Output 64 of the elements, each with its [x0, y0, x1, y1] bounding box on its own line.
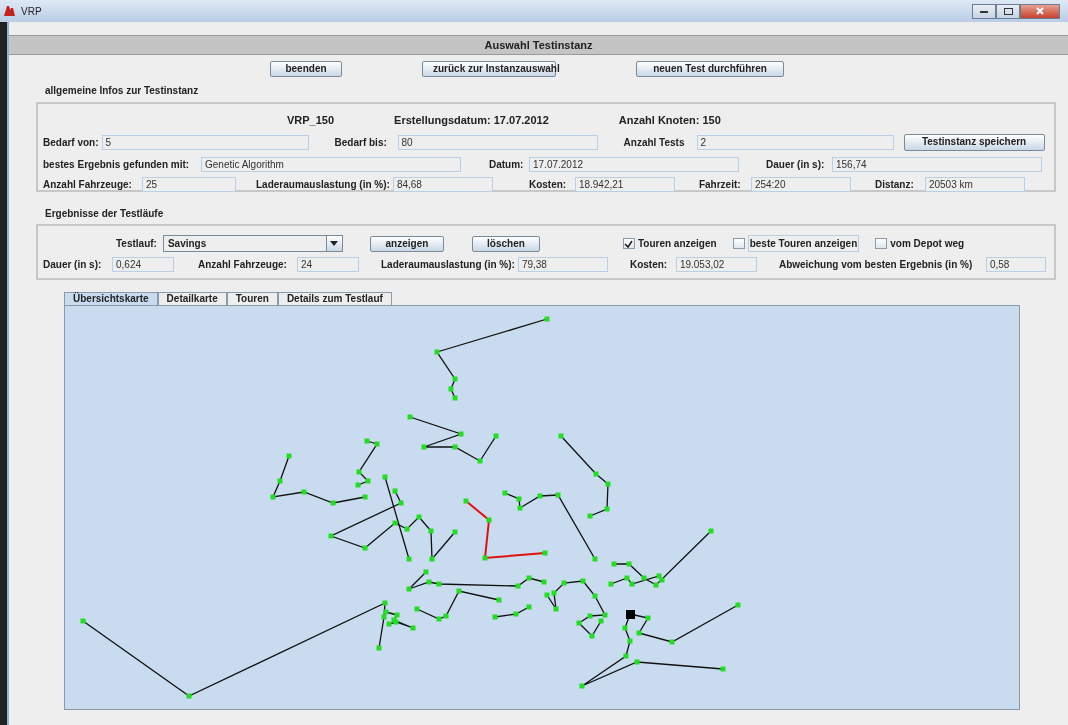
text-field[interactable]: 20503 km — [924, 176, 1025, 192]
section-title: Ergebnisse der Testläufe — [45, 207, 165, 221]
text-field[interactable]: 25 — [142, 176, 236, 192]
field-label: Dauer (in s): — [766, 157, 826, 172]
run-dropdown[interactable]: Savings — [162, 235, 343, 252]
field-label: bestes Ergebnis gefunden mit: — [43, 157, 191, 172]
field-label: Bedarf von: — [43, 135, 100, 150]
tab[interactable]: Touren — [226, 292, 278, 305]
checkbox[interactable] — [732, 238, 745, 249]
close-icon — [1036, 7, 1044, 15]
checkbox-label[interactable]: vom Depot weg — [890, 236, 965, 251]
checkbox[interactable] — [622, 238, 635, 249]
text-field[interactable]: 2 — [696, 134, 894, 150]
field-label: Datum: — [489, 157, 525, 172]
text-field[interactable]: 0,58 — [985, 257, 1046, 272]
field-label: Anzahl Fahrzeuge: — [198, 258, 288, 272]
text-field[interactable]: 5 — [101, 134, 309, 150]
text-field[interactable]: 84,68 — [392, 176, 493, 192]
checkbox[interactable] — [875, 238, 888, 249]
instance-info: VRP_150 — [287, 113, 335, 128]
maximize-icon — [1003, 7, 1013, 15]
field-label: Anzahl Tests — [623, 135, 686, 150]
field-label: Distanz: — [874, 177, 915, 192]
instance-info: Erstellungsdatum: 17.07.2012 — [394, 113, 549, 128]
maximize-button[interactable] — [996, 3, 1020, 19]
tab[interactable]: Übersichtskarte — [64, 292, 158, 305]
save-button[interactable]: Testinstanz speichern — [903, 133, 1045, 151]
text-field[interactable]: 0,624 — [112, 257, 174, 272]
minimize-icon — [980, 9, 988, 13]
field-label: Testlauf: — [116, 237, 157, 251]
text-field[interactable]: 17.07.2012 — [529, 156, 739, 172]
button[interactable]: löschen — [471, 235, 540, 252]
text-field[interactable]: 80 — [397, 134, 598, 150]
header-title: Auswahl Testinstanz — [484, 37, 593, 53]
field-label: Fahrzeit: — [698, 177, 742, 192]
text-field[interactable]: 24 — [297, 257, 359, 272]
text-field[interactable]: 79,38 — [517, 257, 608, 272]
close-button[interactable] — [1020, 3, 1060, 19]
field-label: Laderaumauslastung (in %): — [381, 258, 516, 272]
text-field[interactable]: 19.053,02 — [675, 257, 757, 272]
field-label: Kosten: — [629, 258, 669, 272]
checkbox-label[interactable]: Touren anzeigen — [637, 236, 717, 251]
button[interactable]: anzeigen — [369, 235, 444, 252]
field-label: Anzahl Fahrzeuge: — [43, 177, 133, 192]
text-field[interactable]: Genetic Algorithm — [201, 156, 461, 172]
app-icon — [4, 6, 15, 16]
field-label: Bedarf bis: — [334, 135, 388, 150]
button[interactable]: beenden — [270, 61, 342, 77]
field-label: Laderaumauslastung (in %): — [256, 177, 391, 192]
window-title: VRP — [21, 4, 42, 19]
text-field[interactable]: 156,74 — [832, 156, 1042, 172]
section-title: allgemeine Infos zur Testinstanz — [45, 84, 200, 98]
field-label: Kosten: — [528, 177, 568, 192]
tab[interactable]: Details zum Testlauf — [277, 292, 392, 305]
instance-info: Anzahl Knoten: 150 — [618, 113, 721, 128]
field-label: Dauer (in s): — [43, 258, 103, 272]
checkbox-label[interactable]: beste Touren anzeigen — [747, 235, 860, 252]
caret-icon — [330, 241, 339, 246]
field-label: Abweichung vom besten Ergebnis (in %) — [778, 258, 974, 272]
text-field[interactable]: 254:20 — [750, 176, 851, 192]
text-field[interactable]: 18.942,21 — [574, 176, 675, 192]
tab[interactable]: Detailkarte — [157, 292, 227, 305]
minimize-button[interactable] — [972, 3, 996, 19]
button[interactable]: neuen Test durchführen — [636, 61, 784, 77]
